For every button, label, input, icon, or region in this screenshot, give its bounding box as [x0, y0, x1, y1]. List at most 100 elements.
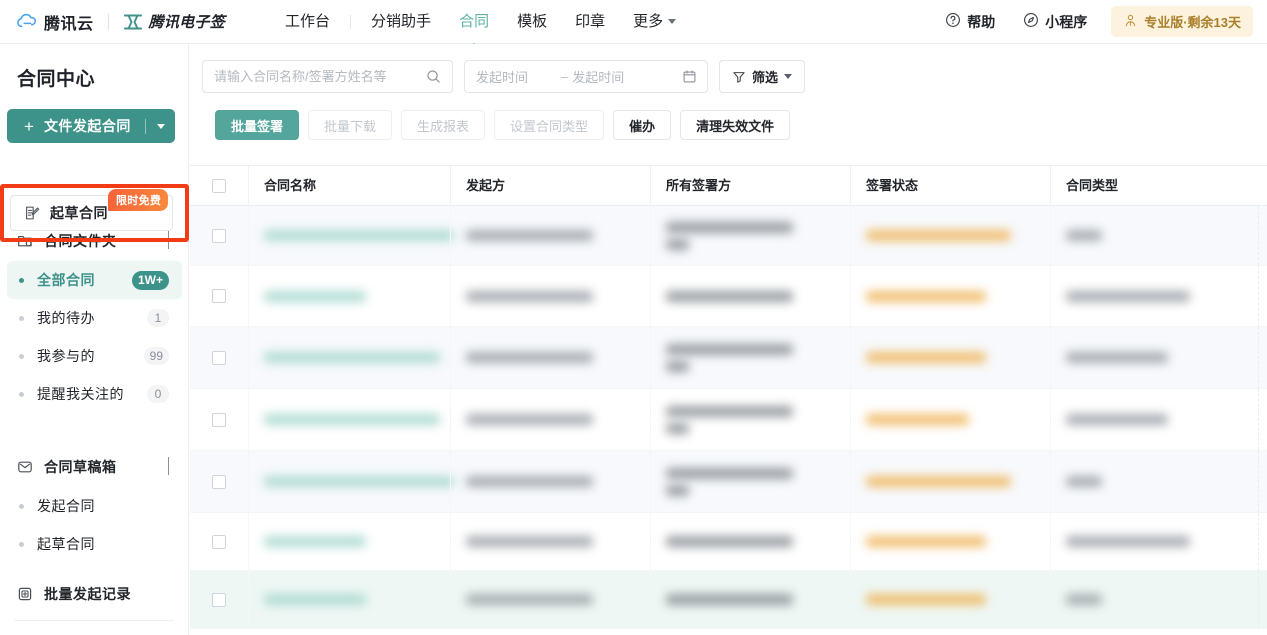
column-header-sign-status[interactable]: 签署状态 [850, 165, 1050, 206]
inbox-draft-icon [17, 459, 33, 475]
chevron-down-icon[interactable] [156, 123, 165, 129]
column-divider [650, 266, 651, 326]
column-divider [1050, 206, 1051, 265]
select-all-checkbox[interactable] [212, 178, 226, 193]
chevron-up-icon[interactable] [168, 457, 169, 476]
sidebar-item-watching[interactable]: 提醒我关注的 0 [7, 375, 182, 413]
redacted-text [466, 476, 593, 487]
urge-button[interactable]: 催办 [613, 110, 672, 140]
cell-contract-type [1050, 206, 1267, 265]
redacted-text [466, 414, 593, 425]
cell-contract-type [1050, 266, 1267, 326]
top-navigation-bar: 腾讯云 腾讯电子签 工作台 分销助手 合同 模板 印章 更多 帮助 小程序 专业… [0, 0, 1267, 49]
cell-all-signers [650, 451, 850, 512]
tencent-cloud-brand[interactable]: 腾讯云 [16, 10, 94, 34]
sidebar-group-header-draft-box[interactable]: 合同草稿箱 [0, 447, 189, 487]
batch-sign-button[interactable]: 批量签署 [215, 110, 300, 140]
column-header-contract-type[interactable]: 合同类型 [1050, 165, 1267, 206]
chevron-down-icon [784, 74, 793, 79]
filter-button[interactable]: 筛选 [719, 60, 806, 93]
search-input[interactable] [203, 61, 426, 92]
redacted-text [666, 467, 793, 479]
bullet-icon [19, 503, 24, 509]
column-divider [850, 571, 851, 628]
sidebar-item-my-todo[interactable]: 我的待办 1 [7, 299, 182, 337]
vip-plan-badge[interactable]: 专业版·剩余13天 [1111, 6, 1253, 37]
cell-all-signers [650, 513, 850, 570]
row-checkbox-cell[interactable] [190, 513, 248, 570]
table-row[interactable] [190, 571, 1267, 629]
help-button[interactable]: 帮助 [933, 6, 1007, 38]
row-checkbox[interactable] [212, 592, 226, 607]
column-divider [248, 206, 249, 265]
miniprogram-button[interactable]: 小程序 [1011, 6, 1099, 38]
sidebar-item-all-contracts[interactable]: 全部合同 1W+ [7, 261, 182, 299]
cell-contract-name [248, 513, 450, 570]
generate-report-button[interactable]: 生成报表 [401, 110, 486, 140]
table-row[interactable] [190, 451, 1267, 513]
row-checkbox-cell[interactable] [190, 266, 248, 326]
sidebar-item-initiate-contract[interactable]: 发起合同 [7, 487, 182, 525]
column-divider [450, 389, 451, 450]
row-checkbox[interactable] [212, 289, 226, 303]
miniprogram-icon [1023, 12, 1039, 31]
row-checkbox-cell[interactable] [190, 206, 248, 265]
chevron-up-icon[interactable] [168, 231, 169, 250]
row-checkbox-cell[interactable] [190, 327, 248, 388]
create-contract-from-file-button[interactable]: + 文件发起合同 [7, 109, 175, 143]
sidebar-item-count-badge: 1W+ [131, 270, 169, 290]
date-range-start[interactable]: 发起时间 [465, 67, 557, 86]
nav-item-more[interactable]: 更多 [619, 0, 690, 44]
redacted-text [1066, 414, 1168, 425]
column-divider [650, 206, 651, 265]
row-checkbox-cell[interactable] [190, 571, 248, 628]
set-contract-type-button[interactable]: 设置合同类型 [494, 110, 605, 140]
row-checkbox-cell[interactable] [190, 389, 248, 450]
sidebar-item-participated[interactable]: 我参与的 99 [7, 337, 182, 375]
nav-item-workbench[interactable]: 工作台 [271, 0, 344, 44]
clean-invalid-files-button[interactable]: 清理失效文件 [680, 110, 791, 140]
select-all-checkbox-cell[interactable] [190, 165, 248, 206]
calendar-icon[interactable] [682, 69, 697, 84]
column-header-contract-name[interactable]: 合同名称 [248, 165, 450, 206]
nav-item-divider [350, 14, 352, 29]
table-row[interactable] [190, 266, 1267, 327]
column-divider [1050, 327, 1051, 388]
column-divider [650, 571, 651, 628]
cell-contract-name [248, 571, 450, 628]
column-header-all-signers[interactable]: 所有签署方 [650, 165, 850, 206]
nav-item-contract[interactable]: 合同 [445, 0, 503, 49]
table-row[interactable] [190, 389, 1267, 451]
search-box[interactable] [202, 60, 453, 93]
cell-contract-type [1050, 327, 1267, 388]
search-icon[interactable] [426, 69, 441, 84]
sidebar-item-draft-contract[interactable]: 起草合同 [7, 525, 182, 563]
nav-item-distribution-assistant[interactable]: 分销助手 [357, 0, 445, 44]
column-header-initiator[interactable]: 发起方 [450, 165, 650, 206]
row-checkbox[interactable] [212, 412, 226, 427]
date-range-end[interactable]: 发起时间 [572, 67, 664, 86]
redacted-text [466, 230, 593, 241]
row-checkbox[interactable] [212, 228, 226, 243]
nav-item-seal[interactable]: 印章 [561, 0, 619, 44]
column-divider [1050, 513, 1051, 570]
sidebar-item-label: 全部合同 [37, 272, 95, 288]
tencent-esign-brand[interactable]: 腾讯电子签 [123, 11, 226, 32]
cell-all-signers [650, 206, 850, 265]
cell-initiator [450, 327, 650, 388]
row-checkbox[interactable] [212, 474, 226, 489]
date-range-picker[interactable]: 发起时间 – 发起时间 [464, 60, 708, 93]
column-divider [850, 451, 851, 512]
cell-initiator [450, 571, 650, 628]
row-checkbox[interactable] [212, 350, 226, 365]
row-checkbox-cell[interactable] [190, 451, 248, 512]
table-row[interactable] [190, 327, 1267, 389]
batch-download-button[interactable]: 批量下载 [308, 110, 393, 140]
table-row[interactable] [190, 206, 1267, 266]
column-divider [248, 571, 249, 628]
redacted-text [1066, 230, 1102, 241]
sidebar-item-batch-records[interactable]: 批量发起记录 [0, 574, 189, 614]
row-checkbox[interactable] [212, 534, 226, 549]
nav-item-template[interactable]: 模板 [503, 0, 561, 44]
table-row[interactable] [190, 513, 1267, 571]
